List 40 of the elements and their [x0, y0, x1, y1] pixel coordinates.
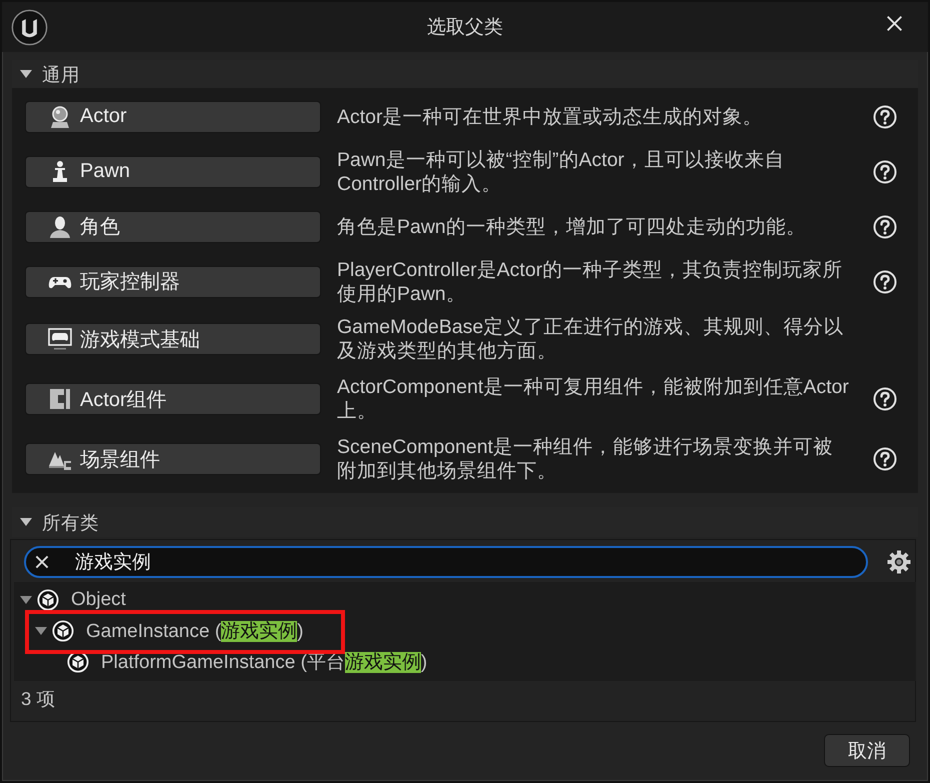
- class-button[interactable]: 玩家控制器: [25, 266, 321, 298]
- class-button[interactable]: 场景组件: [25, 443, 321, 475]
- help-icon[interactable]: [872, 387, 896, 411]
- class-description: ActorComponent是一种可复用组件，能被附加到任意Actor上。: [337, 375, 850, 423]
- class-button[interactable]: 角色: [25, 210, 321, 242]
- tree-item[interactable]: Object: [14, 584, 916, 615]
- help-icon[interactable]: [872, 214, 896, 238]
- class-button[interactable]: Actor组件: [25, 383, 321, 415]
- class-description: Actor是一种可在世界中放置或动态生成的对象。: [337, 104, 764, 128]
- clear-icon[interactable]: [34, 554, 50, 570]
- window-title: 选取父类: [427, 16, 503, 40]
- class-button[interactable]: 游戏模式基础: [25, 323, 321, 355]
- sphere-on-base-icon: [48, 104, 72, 128]
- class-description: GameModeBase定义了正在进行的游戏、其规则、得分以及游戏类型的其他方面。: [337, 315, 844, 363]
- collapse-arrow-icon[interactable]: [20, 516, 32, 528]
- help-icon[interactable]: [872, 447, 896, 471]
- search-field[interactable]: 游戏实例: [24, 546, 868, 578]
- logo-icon: [11, 8, 48, 46]
- expand-arrow-icon[interactable]: [20, 594, 32, 606]
- class-description: SceneComponent是一种组件，能够进行场景变换并可被附加到其他场景组件下。: [337, 435, 834, 483]
- help-icon[interactable]: [872, 160, 896, 184]
- tree-item[interactable]: GameInstance (游戏实例): [14, 615, 916, 646]
- class-description: PlayerController是Actor的一种子类型，其负责控制玩家所使用的Pawn。: [337, 258, 844, 306]
- expand-arrow-icon[interactable]: [35, 624, 47, 636]
- settings-icon[interactable]: [887, 550, 911, 574]
- cancel-button[interactable]: 取消: [824, 734, 910, 767]
- component-block-icon: [48, 387, 72, 411]
- help-icon[interactable]: [872, 104, 896, 128]
- cube-icon: [37, 588, 59, 610]
- help-icon[interactable]: [872, 270, 896, 294]
- class-button[interactable]: Actor: [25, 100, 321, 132]
- class-button[interactable]: Pawn: [25, 156, 321, 188]
- class-description: Pawn是一种可以被“控制”的Actor，且可以接收来自Controller的输入。: [337, 148, 786, 196]
- item-count: 3 项: [20, 687, 56, 711]
- cube-icon: [52, 620, 74, 642]
- collapse-arrow-icon[interactable]: [20, 68, 32, 80]
- class-description: 角色是Pawn的一种类型，增加了可四处走动的功能。: [337, 214, 807, 238]
- close-icon[interactable]: [886, 15, 903, 32]
- monitor-gamepad-icon: [48, 327, 72, 351]
- head-bust-icon: [48, 214, 72, 238]
